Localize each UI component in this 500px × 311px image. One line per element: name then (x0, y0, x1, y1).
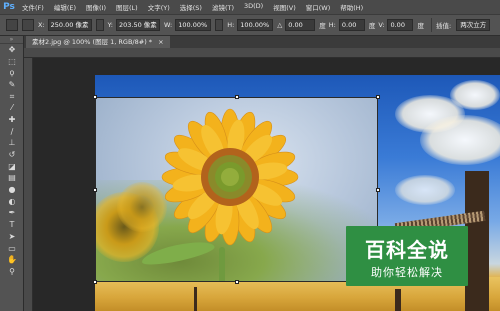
v-skew-field[interactable]: 0.00 (387, 19, 414, 31)
menu-window[interactable]: 窗口(W) (306, 2, 331, 12)
lasso-tool-icon[interactable]: ϙ (0, 67, 24, 79)
blur-tool-icon[interactable]: ● (0, 184, 24, 196)
transform-tool-icon[interactable] (6, 19, 18, 31)
eyedropper-tool-icon[interactable]: ⁄ (0, 102, 24, 114)
height-field[interactable]: 100.00% (237, 19, 274, 31)
hand-tool-icon[interactable]: ✋ (0, 254, 24, 266)
photoshop-logo: Ps (3, 2, 15, 12)
move-tool-icon[interactable]: ✥ (0, 44, 24, 56)
h-skew-label: H: (328, 21, 336, 29)
menu-file[interactable]: 文件(F) (22, 2, 44, 12)
watermark-title: 百科全说 (365, 238, 449, 262)
gradient-tool-icon[interactable]: ▤ (0, 173, 24, 185)
y-position-field[interactable]: 203.50 像素 (115, 19, 160, 31)
document-tab-title: 素材2.jpg @ 100% (图层 1, RGB/8#) * (32, 38, 153, 46)
w-label: W: (163, 21, 173, 29)
ruler-vertical[interactable] (24, 58, 33, 311)
sunflower-stem (219, 247, 225, 282)
v-skew-label: V: (378, 21, 385, 29)
document-tab-bar: 素材2.jpg @ 100% (图层 1, RGB/8#) * × (24, 36, 500, 48)
sunflower (161, 108, 299, 246)
crop-tool-icon[interactable]: ⌗ (0, 91, 24, 103)
h-label: H: (227, 21, 235, 29)
brush-tool-icon[interactable]: ∕ (0, 126, 24, 138)
link-icon[interactable] (95, 19, 104, 31)
y-label: Y: (107, 21, 113, 29)
x-position-field[interactable]: 250.00 像素 (47, 19, 92, 31)
path-select-tool-icon[interactable]: ➤ (0, 231, 24, 243)
menu-3d[interactable]: 3D(D) (244, 2, 263, 12)
width-field[interactable]: 100.00% (175, 19, 212, 31)
dodge-tool-icon[interactable]: ◐ (0, 196, 24, 208)
menu-image[interactable]: 图像(I) (86, 2, 106, 12)
history-brush-tool-icon[interactable]: ↺ (0, 149, 24, 161)
x-label: X: (38, 21, 45, 29)
cloud (450, 80, 500, 110)
pen-tool-icon[interactable]: ✒ (0, 208, 24, 220)
tools-grip[interactable]: » (0, 36, 23, 44)
cloud (395, 175, 455, 205)
angle-field[interactable]: 0.00 (285, 19, 316, 31)
document-tab[interactable]: 素材2.jpg @ 100% (图层 1, RGB/8#) * × (26, 36, 170, 48)
windmill (395, 289, 401, 311)
menu-view[interactable]: 视图(V) (273, 2, 296, 12)
reference-point-icon[interactable] (22, 19, 34, 31)
menu-items: 文件(F) 编辑(E) 图像(I) 图层(L) 文字(Y) 选择(S) 滤镜(T… (22, 2, 373, 12)
eraser-tool-icon[interactable]: ◪ (0, 161, 24, 173)
angle-icon: △ (277, 21, 283, 29)
quick-select-tool-icon[interactable]: ✎ (0, 79, 24, 91)
chain-link-icon[interactable] (215, 19, 224, 31)
interpolation-select[interactable]: 两次立方 (456, 19, 491, 31)
menu-filter[interactable]: 滤镜(T) (212, 2, 234, 12)
close-tab-icon[interactable]: × (158, 38, 163, 46)
angle-unit: 度 (319, 22, 326, 30)
v-skew-unit: 度 (417, 22, 424, 30)
menu-type[interactable]: 文字(Y) (148, 2, 170, 12)
marquee-tool-icon[interactable]: ⬚ (0, 56, 24, 68)
interpolation-label: 插值: (435, 22, 452, 30)
tools-panel: » ✥ ⬚ ϙ ✎ ⌗ ⁄ ✚ ∕ ⊥ ↺ ◪ ▤ ● ◐ ✒ T ➤ ▭ ✋ … (0, 36, 24, 311)
menu-edit[interactable]: 编辑(E) (54, 2, 76, 12)
ruler-horizontal[interactable] (24, 48, 500, 58)
healing-brush-tool-icon[interactable]: ✚ (0, 114, 24, 126)
h-skew-field[interactable]: 0.00 (338, 19, 365, 31)
options-bar: X: 250.00 像素 Y: 203.50 像素 W: 100.00% H: … (0, 14, 500, 36)
zoom-tool-icon[interactable]: ⚲ (0, 266, 24, 278)
windmill (465, 171, 489, 311)
menu-help[interactable]: 帮助(H) (340, 2, 363, 12)
cloud (420, 115, 500, 165)
h-skew-unit: 度 (368, 22, 376, 30)
clone-stamp-tool-icon[interactable]: ⊥ (0, 138, 24, 150)
power-pole (194, 287, 197, 311)
type-tool-icon[interactable]: T (0, 219, 24, 231)
menu-select[interactable]: 选择(S) (180, 2, 202, 12)
menu-bar: Ps 文件(F) 编辑(E) 图像(I) 图层(L) 文字(Y) 选择(S) 滤… (0, 0, 500, 14)
shape-tool-icon[interactable]: ▭ (0, 243, 24, 255)
menu-layer[interactable]: 图层(L) (116, 2, 138, 12)
sunflower-layer[interactable] (95, 97, 378, 282)
watermark-logo: 百科全说 助你轻松解决 (346, 226, 468, 286)
options-separator (430, 18, 432, 32)
watermark-subtitle: 助你轻松解决 (371, 266, 443, 279)
